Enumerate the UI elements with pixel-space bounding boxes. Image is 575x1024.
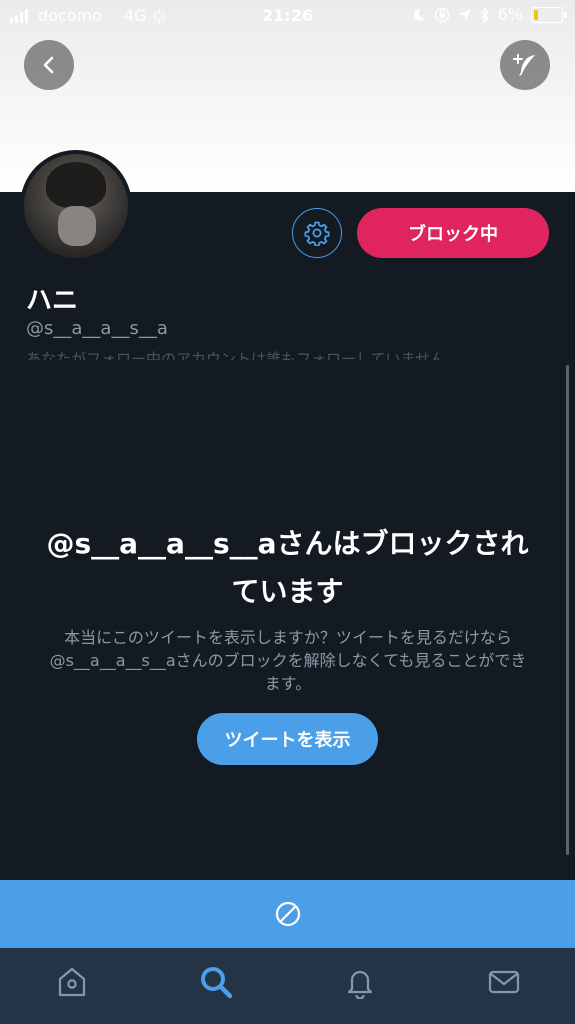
orientation-lock-icon [434,7,449,22]
battery-icon [531,6,567,23]
blocked-status-bar [0,880,575,948]
tab-bar [0,948,575,1024]
blocked-title: @s__a__a__s__aさんはブロックされています [46,527,529,608]
blocked-notice-panel [0,360,575,880]
compose-tweet-button[interactable] [500,40,550,90]
search-icon [201,967,233,999]
location-icon [458,8,471,21]
tab-search[interactable] [196,962,236,1002]
status-bar: docomo 4G 21:26 6% [0,0,575,32]
tab-home[interactable] [52,962,92,1002]
user-handle: @s__a__a__s__a [26,318,168,339]
display-name: ハニ [26,286,79,316]
battery-percent: 6% [497,5,523,24]
gear-icon [304,221,330,246]
scrollbar[interactable] [566,365,569,855]
avatar[interactable] [20,150,132,262]
avatar-image [24,154,128,258]
back-button[interactable] [24,40,74,90]
tab-notifications[interactable] [340,962,380,1002]
tab-messages[interactable] [484,962,524,1002]
bell-icon [347,970,373,999]
block-icon [275,901,300,927]
bluetooth-icon [480,6,489,23]
blocked-button[interactable]: ブロック中 [357,208,549,258]
profile-settings-button[interactable] [292,208,342,258]
chevron-left-icon [43,56,54,74]
profile-screen: docomo 4G 21:26 6% ブロック中 ハニ @s__a__a__s_… [0,0,575,1024]
moon-icon [413,8,425,21]
compose-feather-icon [513,54,535,76]
show-tweets-button[interactable]: ツイートを表示 [197,713,378,765]
home-icon [58,967,86,997]
envelope-icon [488,970,520,994]
blocked-description: 本当にこのツイートを表示しますか？ツイートを見るだけなら@s__a__a__s_… [49,628,527,693]
